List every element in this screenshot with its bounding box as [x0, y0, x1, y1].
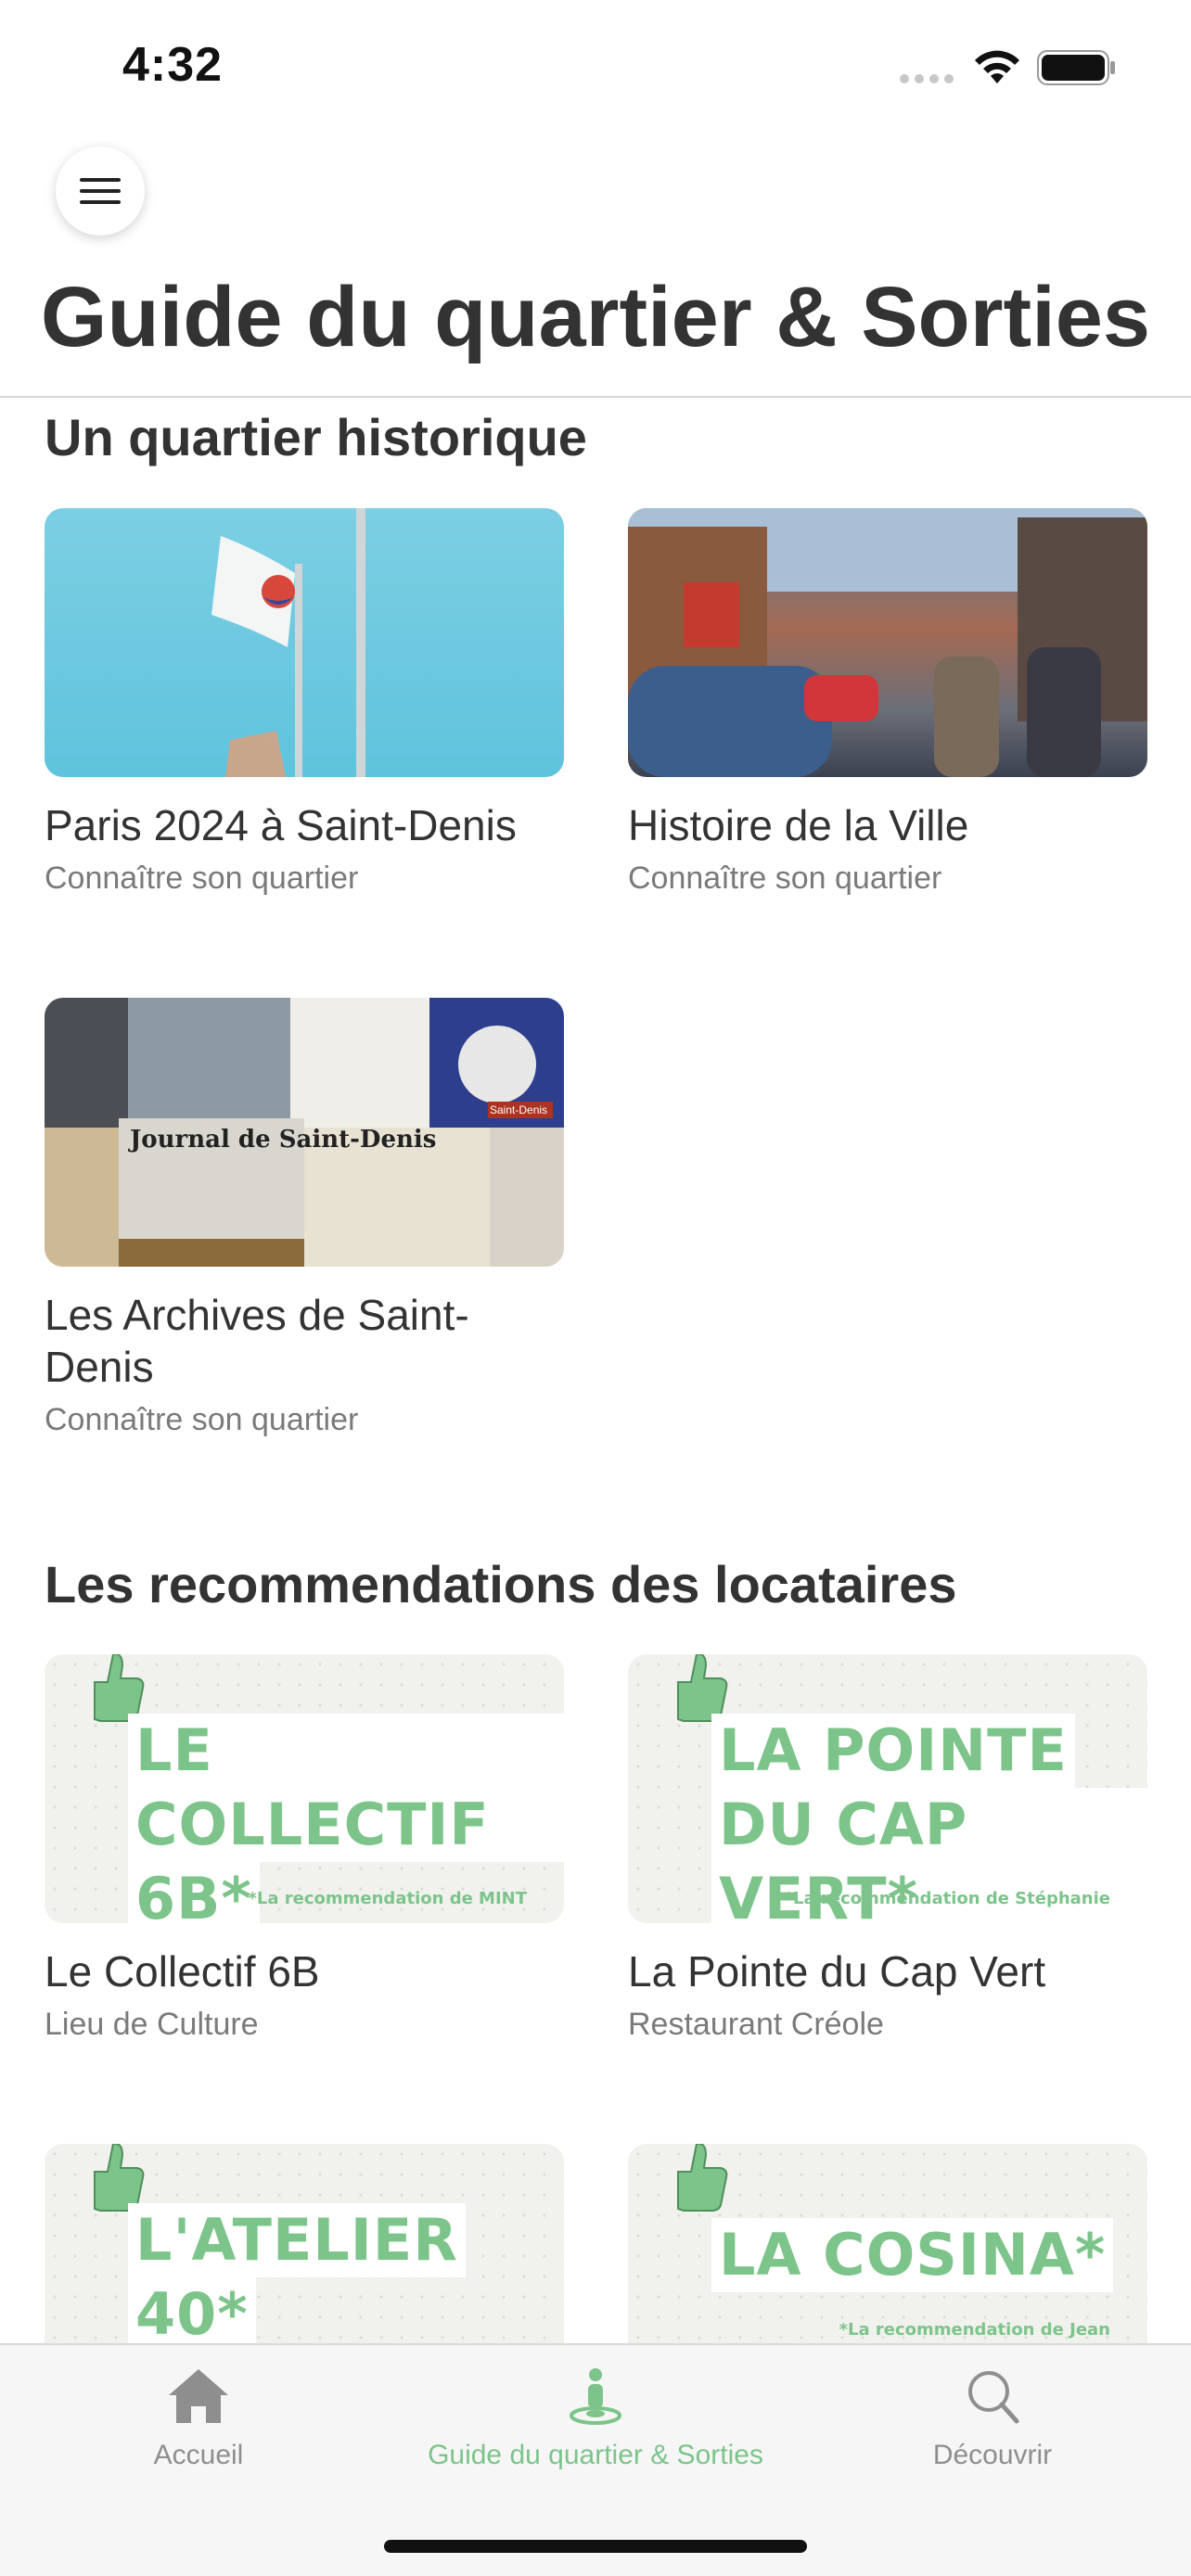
poster-note: *La recommendation de Stéphanie	[784, 1889, 1110, 1908]
card-title: Paris 2024 à Saint-Denis	[45, 801, 517, 849]
tab-guide[interactable]: Guide du quartier & Sorties	[397, 2366, 794, 2471]
wifi-icon	[975, 50, 1019, 83]
card-histoire-ville[interactable]: Histoire de la Ville Connaître son quart…	[628, 508, 1147, 897]
card-image: Journal de Saint-Denis Saint-Denis	[45, 998, 564, 1267]
section-title-recommendations: Les recommendations des locataires	[45, 1555, 957, 1613]
section-title-historique: Un quartier historique	[45, 408, 587, 466]
card-subtitle: Connaître son quartier	[628, 861, 942, 896]
card-title: Les Archives de Saint-Denis	[45, 1291, 469, 1391]
search-icon	[968, 2371, 1019, 2424]
card-archives[interactable]: Journal de Saint-Denis Saint-Denis Les A…	[45, 998, 564, 1438]
card-subtitle: Restaurant Créole	[628, 2007, 884, 2042]
status-time: 4:32	[122, 38, 224, 92]
poster-note: *La recommendation de MINT	[248, 1889, 527, 1908]
poster-text: LA COSINA*	[711, 2218, 1114, 2292]
flag-photo	[211, 508, 365, 777]
tab-decouvrir[interactable]: Découvrir	[794, 2366, 1191, 2471]
home-icon	[169, 2369, 228, 2423]
card-subtitle: Lieu de Culture	[45, 2007, 259, 2042]
card-image: LA POINTE DU CAP VERT* *La recommendatio…	[628, 1654, 1147, 1923]
card-image: L'ATELIER 40*	[45, 2144, 564, 2343]
thumbs-up-icon	[677, 1654, 728, 1722]
card-title: La Pointe du Cap Vert	[628, 1947, 1046, 1996]
home-indicator[interactable]	[384, 2540, 807, 2553]
scroll-content[interactable]: Un quartier historique Paris 2024 à Sain…	[0, 398, 1191, 2343]
menu-button[interactable]	[56, 147, 145, 236]
tab-label: Découvrir	[932, 2440, 1053, 2470]
thumbs-up-icon	[94, 1654, 145, 1722]
card-atelier-40[interactable]: L'ATELIER 40*	[45, 2144, 564, 2343]
tab-label: Accueil	[153, 2440, 244, 2470]
archives-book-label: Saint-Denis	[488, 1102, 553, 1118]
poster-text: L'ATELIER 40*	[128, 2203, 466, 2343]
tab-accueil[interactable]: Accueil	[0, 2366, 397, 2471]
poster-note: *La recommendation de Jean	[839, 2320, 1110, 2340]
card-pointe-cap-vert[interactable]: LA POINTE DU CAP VERT* *La recommendatio…	[628, 1654, 1147, 2043]
cellular-signal-icon	[900, 74, 954, 83]
card-subtitle: Connaître son quartier	[45, 861, 359, 896]
page-title: Guide du quartier & Sorties	[40, 270, 1151, 364]
tab-label: Guide du quartier & Sorties	[428, 2440, 763, 2470]
thumbs-up-icon	[677, 2144, 728, 2212]
battery-icon	[1037, 50, 1115, 85]
card-paris-2024[interactable]: Paris 2024 à Saint-Denis Connaître son q…	[45, 508, 564, 897]
thumbs-up-icon	[94, 2144, 145, 2212]
card-image	[628, 508, 1147, 777]
card-subtitle: Connaître son quartier	[45, 1402, 359, 1437]
card-collectif-6b[interactable]: LE COLLECTIF 6B* *La recommendation de M…	[45, 1654, 564, 2043]
card-image	[45, 508, 564, 777]
status-bar: 4:32	[0, 0, 1191, 130]
card-image: LE COLLECTIF 6B* *La recommendation de M…	[45, 1654, 564, 1923]
person-location-icon	[570, 2368, 621, 2425]
street-photo	[628, 508, 1147, 777]
card-title: Le Collectif 6B	[45, 1947, 320, 1996]
archives-newspaper-title: Journal de Saint-Denis	[130, 1126, 437, 1154]
card-title: Histoire de la Ville	[628, 801, 969, 849]
hamburger-icon	[80, 178, 121, 204]
card-image: LA COSINA* *La recommendation de Jean	[628, 2144, 1147, 2343]
card-la-cosina[interactable]: LA COSINA* *La recommendation de Jean	[628, 2144, 1147, 2343]
